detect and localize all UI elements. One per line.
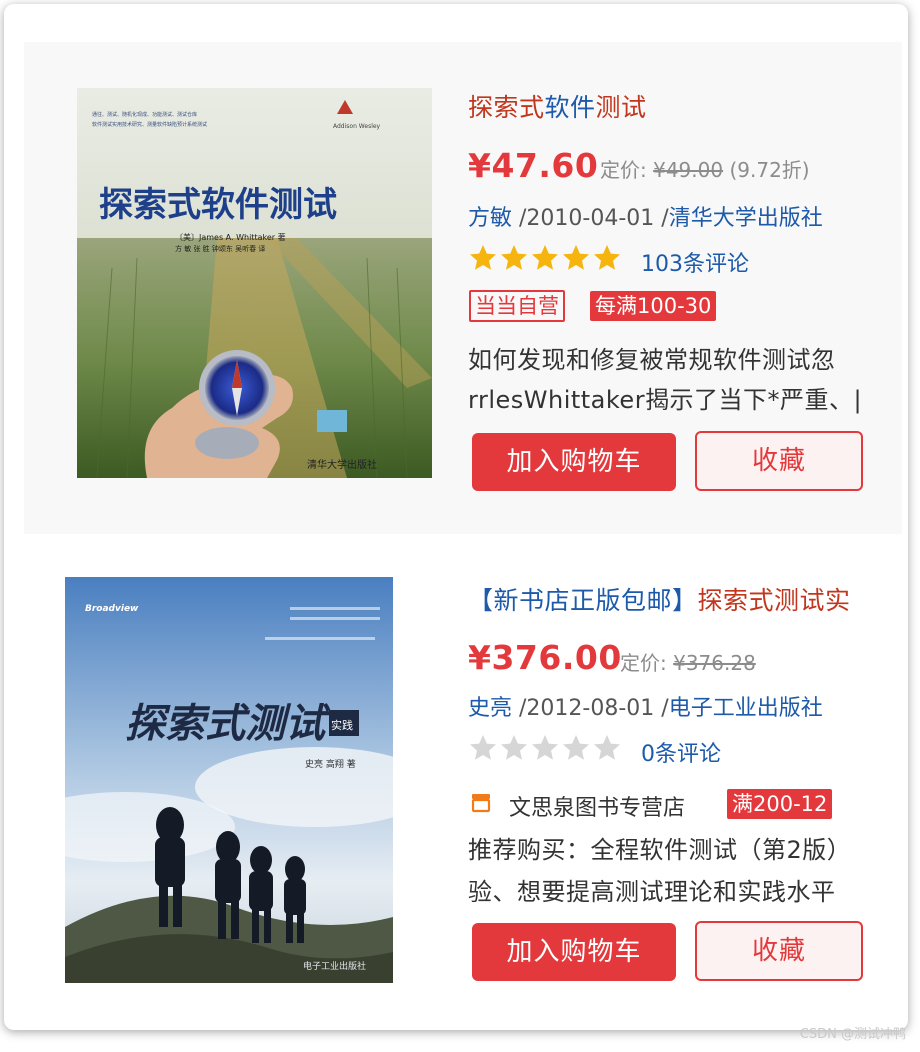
rating-stars — [468, 243, 623, 273]
cover-authors: 史亮 高翔 著 — [305, 758, 356, 770]
cover-small-line-1: 通往、测试、随机化现成、功能测试、测试仓库 — [92, 111, 197, 118]
publish-date: /2010-04-01 / — [512, 206, 669, 231]
product-cover-image[interactable]: 通往、测试、随机化现成、功能测试、测试仓库 软件测试实用技术研究、测量软件缺陷预… — [77, 88, 432, 478]
shop-name-link[interactable]: 文思泉图书专营店 — [509, 790, 685, 822]
favorite-button[interactable]: 收藏 — [695, 431, 863, 491]
cover-logo: Broadview — [85, 604, 139, 614]
description-line: rrlesWhittaker揭示了当下*严重、| — [468, 386, 863, 414]
title-part: 实 — [825, 586, 851, 615]
star-empty-icon — [470, 735, 496, 760]
star-filled-icon — [470, 245, 496, 270]
cover-authors: 〔美〕James A. Whittaker 著 — [175, 232, 286, 242]
author-line: 史亮 /2012-08-01 /电子工业出版社 — [468, 690, 823, 722]
favorite-button[interactable]: 收藏 — [695, 921, 863, 981]
cover-book-title: 探索式软件测试 — [99, 185, 337, 225]
cover-subtitle: 实践 — [331, 718, 353, 732]
reviews-link[interactable]: 0条评论 — [641, 736, 721, 768]
discount-rate: (9.72折) — [729, 158, 810, 182]
cover-art: 通往、测试、随机化现成、功能测试、测试仓库 软件测试实用技术研究、测量软件缺陷预… — [77, 88, 432, 478]
description-line: 推荐购买：全程软件测试（第2版） — [468, 836, 852, 864]
product-description: 如何发现和修复被常规软件测试忽 rrlesWhittaker揭示了当下*严重、| — [468, 336, 904, 426]
title-part: 探索式 — [468, 93, 545, 122]
star-empty-icon — [563, 735, 589, 760]
author-line: 方敏 /2010-04-01 /清华大学出版社 — [468, 200, 823, 232]
list-price: 定价: ¥49.00 (9.72折) — [600, 154, 810, 183]
title-part: 测试 — [595, 93, 647, 122]
promo-badge: 每满100-30 — [590, 291, 717, 321]
sale-price: ¥376.00 — [468, 638, 622, 677]
reviews-link[interactable]: 103条评论 — [641, 246, 749, 278]
star-filled-icon — [563, 245, 589, 270]
add-to-cart-button[interactable]: 加入购物车 — [472, 433, 676, 491]
product-title-link[interactable]: 探索式软件测试 — [468, 86, 904, 126]
star-filled-icon — [501, 245, 527, 270]
publish-date: /2012-08-01 / — [512, 696, 669, 721]
cover-publisher: 电子工业出版社 — [303, 960, 366, 972]
title-part: 【新书店正版包邮】 — [468, 586, 698, 615]
title-part: 软件 — [544, 93, 596, 122]
screenshot-frame: 通往、测试、随机化现成、功能测试、测试仓库 软件测试实用技术研究、测量软件缺陷预… — [4, 4, 908, 1030]
publisher-link[interactable]: 电子工业出版社 — [669, 696, 823, 721]
product-title-link[interactable]: 【新书店正版包邮】探索式测试实 — [468, 577, 904, 619]
cover-logo: Addison Wesley — [333, 123, 381, 130]
rating-stars — [468, 733, 623, 763]
title-part: 探索式测试 — [697, 586, 826, 615]
list-price-value: ¥376.28 — [673, 651, 756, 675]
list-price: 定价: ¥376.28 — [620, 647, 756, 676]
shop-icon — [471, 794, 491, 813]
promo-badge: 满200-12 — [727, 789, 833, 819]
cover-small-line-2: 软件测试实用技术研究、测量软件缺陷预计系统测试 — [92, 121, 207, 128]
watermark: CSDN @测试冲鸭 — [799, 1027, 906, 1042]
product-cover-image[interactable]: Broadview 探索式测试 实践 史亮 高翔 著 电子工业出版社 — [65, 577, 393, 983]
product-description: 推荐购买：全程软件测试（第2版） 验、想要提高测试理论和实践水平 — [468, 826, 904, 918]
cover-art: Broadview 探索式测试 实践 史亮 高翔 著 电子工业出版社 — [65, 577, 393, 983]
add-to-cart-button[interactable]: 加入购物车 — [472, 923, 676, 981]
author-link[interactable]: 史亮 — [468, 696, 512, 721]
star-filled-icon — [532, 245, 558, 270]
cover-publisher: 清华大学出版社 — [307, 458, 377, 471]
cover-book-title: 探索式测试 — [125, 701, 331, 747]
list-price-value: ¥49.00 — [653, 158, 724, 182]
author-link[interactable]: 方敏 — [468, 206, 512, 231]
list-price-label: 定价: — [620, 651, 667, 675]
star-empty-icon — [532, 735, 558, 760]
publisher-link[interactable]: 清华大学出版社 — [669, 206, 823, 231]
star-filled-icon — [594, 245, 620, 270]
list-price-label: 定价: — [600, 158, 647, 182]
cover-translators: 方 敏 张 胜 钟颂东 吴听春 译 — [175, 244, 265, 253]
star-empty-icon — [501, 735, 527, 760]
star-empty-icon — [594, 735, 620, 760]
description-line: 验、想要提高测试理论和实践水平 — [468, 878, 836, 906]
sale-price: ¥47.60 — [468, 146, 599, 185]
description-line: 如何发现和修复被常规软件测试忽 — [468, 346, 836, 374]
self-operated-badge: 当当自营 — [469, 290, 565, 322]
